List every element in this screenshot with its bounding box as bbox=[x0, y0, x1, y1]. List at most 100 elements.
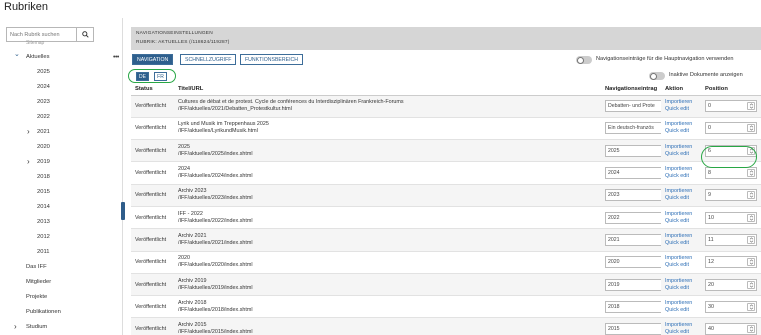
sidebar-item-publikationen[interactable]: Publikationen bbox=[26, 309, 61, 315]
quick-edit-link[interactable]: Quick edit bbox=[665, 307, 697, 314]
quick-edit-link[interactable]: Quick edit bbox=[665, 329, 697, 335]
import-link[interactable]: Importieren bbox=[665, 211, 697, 218]
quick-edit-link[interactable]: Quick edit bbox=[665, 218, 697, 225]
nav-entry-input[interactable]: Debatten- und Prote bbox=[605, 100, 663, 113]
position-input[interactable]: 9 bbox=[705, 189, 757, 202]
position-input[interactable]: 0 bbox=[705, 122, 757, 135]
position-cell: 0 bbox=[701, 95, 761, 118]
spinner-icon[interactable] bbox=[747, 280, 755, 289]
nav-entry-input[interactable]: 2023 bbox=[605, 189, 663, 202]
page-title: Rubriken bbox=[4, 1, 49, 13]
sidebar-item-2015[interactable]: 2015 bbox=[37, 189, 50, 195]
status-cell: Veröffentlicht bbox=[131, 228, 174, 252]
quick-edit-link[interactable]: Quick edit bbox=[665, 151, 697, 158]
quick-edit-link[interactable]: Quick edit bbox=[665, 128, 697, 135]
spinner-icon[interactable] bbox=[747, 191, 755, 200]
position-value: 30 bbox=[708, 303, 714, 310]
spinner-icon[interactable] bbox=[747, 124, 755, 133]
row-url: /IFF/aktuelles/2025/index.shtml bbox=[178, 150, 253, 157]
spinner-icon[interactable] bbox=[747, 258, 755, 267]
spinner-icon[interactable] bbox=[747, 302, 755, 311]
chevron-right-icon[interactable]: › bbox=[14, 322, 17, 331]
inactive-docs-toggle[interactable] bbox=[649, 72, 665, 80]
sidebar-item-2011[interactable]: 2011 bbox=[37, 249, 49, 255]
chevron-down-icon[interactable]: ⌄ bbox=[14, 50, 20, 58]
position-input[interactable]: 20 bbox=[705, 278, 757, 291]
import-link[interactable]: Importieren bbox=[665, 144, 697, 151]
sidebar-item-projekte[interactable]: Projekte bbox=[26, 294, 47, 300]
sidebar-item-2020[interactable]: 2020 bbox=[37, 144, 50, 150]
quick-edit-link[interactable]: Quick edit bbox=[665, 262, 697, 269]
sidebar-item-2022[interactable]: 2022 bbox=[37, 114, 50, 120]
table-row: Veröffentlicht 2020/IFF/aktuelles/2020/in… bbox=[131, 251, 761, 274]
position-input[interactable]: 40 bbox=[705, 323, 757, 335]
more-options-icon[interactable]: ••• bbox=[113, 54, 119, 61]
tab-schnellzugriff[interactable]: SCHNELLZUGRIFF bbox=[180, 54, 237, 65]
nav-entry-input[interactable]: 2019 bbox=[605, 278, 663, 291]
import-link[interactable]: Importieren bbox=[665, 121, 697, 128]
quick-edit-link[interactable]: Quick edit bbox=[665, 173, 697, 180]
row-title: 2024 bbox=[178, 166, 190, 173]
sidebar-item-2013[interactable]: 2013 bbox=[37, 219, 50, 225]
position-input[interactable]: 11 bbox=[705, 233, 757, 246]
quick-edit-link[interactable]: Quick edit bbox=[665, 195, 697, 202]
nav-entry-input[interactable]: 2022 bbox=[605, 211, 663, 224]
import-link[interactable]: Importieren bbox=[665, 166, 697, 173]
sidebar-item-mitglieder[interactable]: Mitglieder bbox=[26, 279, 51, 285]
position-input[interactable]: 8 bbox=[705, 167, 757, 180]
sidebar-item-studium[interactable]: Studium bbox=[26, 324, 47, 330]
main-nav-toggle[interactable] bbox=[576, 56, 592, 64]
sidebar-item-2012[interactable]: 2012 bbox=[37, 234, 50, 240]
tab-funktionsbereich[interactable]: FUNKTIONSBEREICH bbox=[240, 54, 304, 65]
nav-entry-input[interactable]: 2015 bbox=[605, 323, 663, 335]
spinner-icon[interactable] bbox=[747, 102, 755, 111]
sidebar-item-2024[interactable]: 2024 bbox=[37, 84, 50, 90]
nav-entry-input[interactable]: 2025 bbox=[605, 144, 663, 157]
sidebar-item-das-iff[interactable]: Das IFF bbox=[26, 264, 47, 270]
import-link[interactable]: Importieren bbox=[665, 99, 697, 106]
status-cell: Veröffentlicht bbox=[131, 161, 174, 185]
nav-entry-input[interactable]: 2021 bbox=[605, 233, 663, 246]
position-cell: 30 bbox=[701, 295, 761, 319]
search-button[interactable] bbox=[76, 27, 94, 42]
quick-edit-link[interactable]: Quick edit bbox=[665, 240, 697, 247]
chevron-right-icon[interactable]: › bbox=[27, 127, 30, 136]
quick-edit-link[interactable]: Quick edit bbox=[665, 106, 697, 113]
position-input[interactable]: 10 bbox=[705, 211, 757, 224]
spinner-icon[interactable] bbox=[747, 213, 755, 222]
import-link[interactable]: Importieren bbox=[665, 233, 697, 240]
sidebar-item-2021[interactable]: 2021 bbox=[37, 129, 50, 135]
nav-entry-input[interactable]: Ein deutsch-französ bbox=[605, 122, 663, 135]
position-value: 40 bbox=[708, 326, 714, 333]
import-link[interactable]: Importieren bbox=[665, 255, 697, 262]
position-input[interactable]: 0 bbox=[705, 100, 757, 113]
tab-navigation[interactable]: NAVIGATION bbox=[132, 54, 174, 65]
position-cell: 12 bbox=[701, 251, 761, 274]
sidebar-item-2014[interactable]: 2014 bbox=[37, 204, 50, 210]
row-url: /IFF/aktuelles/2015/index.shtml bbox=[178, 329, 253, 335]
sidebar-item-2018[interactable]: 2018 bbox=[37, 174, 50, 180]
column-header-title: Titel/URL bbox=[174, 84, 601, 96]
import-link[interactable]: Importieren bbox=[665, 278, 697, 285]
nav-entry-input[interactable]: 2018 bbox=[605, 300, 663, 313]
spinner-icon[interactable] bbox=[747, 169, 755, 178]
quick-edit-link[interactable]: Quick edit bbox=[665, 285, 697, 292]
sidebar-item-aktuelles[interactable]: Aktuelles bbox=[26, 54, 50, 60]
sidebar: Sitemap ⌄ Aktuelles 2025 2024 2023 2022 › 2021 2… bbox=[0, 18, 123, 335]
position-input[interactable]: 12 bbox=[705, 256, 757, 269]
position-input[interactable]: 30 bbox=[705, 300, 757, 313]
toggle-knob bbox=[649, 72, 657, 80]
nav-entry-input[interactable]: 2020 bbox=[605, 256, 663, 269]
spinner-icon[interactable] bbox=[747, 325, 755, 334]
position-cell: 11 bbox=[701, 228, 761, 252]
import-link[interactable]: Importieren bbox=[665, 322, 697, 329]
sidebar-item-2023[interactable]: 2023 bbox=[37, 99, 50, 105]
sidebar-item-2019[interactable]: 2019 bbox=[37, 159, 50, 165]
sidebar-collapse-handle[interactable] bbox=[121, 202, 125, 220]
import-link[interactable]: Importieren bbox=[665, 300, 697, 307]
spinner-icon[interactable] bbox=[747, 235, 755, 244]
import-link[interactable]: Importieren bbox=[665, 188, 697, 195]
chevron-right-icon[interactable]: › bbox=[27, 157, 30, 166]
sidebar-item-2025[interactable]: 2025 bbox=[37, 69, 50, 75]
nav-entry-input[interactable]: 2024 bbox=[605, 167, 663, 180]
